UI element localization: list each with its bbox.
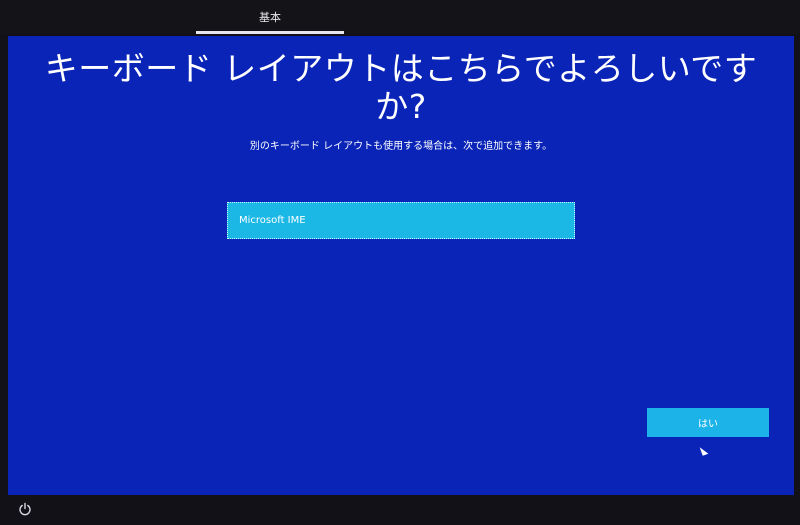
keyboard-layout-label: Microsoft IME xyxy=(239,215,306,226)
power-icon[interactable] xyxy=(18,502,32,516)
step-indicator xyxy=(196,31,344,34)
bottom-bar xyxy=(0,495,800,525)
oobe-window: 基本 キーボード レイアウトはこちらでよろしいですか? 別のキーボード レイアウ… xyxy=(0,0,800,525)
page-subtitle: 別のキーボード レイアウトも使用する場合は、次で追加できます。 xyxy=(249,141,553,152)
keyboard-layout-list: Microsoft IME xyxy=(227,202,575,239)
keyboard-layout-item-microsoft-ime[interactable]: Microsoft IME xyxy=(227,202,575,239)
step-basics: 基本 xyxy=(259,11,281,24)
yes-button-label: はい xyxy=(698,419,718,430)
progress-header: 基本 xyxy=(0,0,800,34)
page-title: キーボード レイアウトはこちらでよろしいですか? xyxy=(44,49,758,126)
yes-button[interactable]: はい xyxy=(647,408,769,437)
